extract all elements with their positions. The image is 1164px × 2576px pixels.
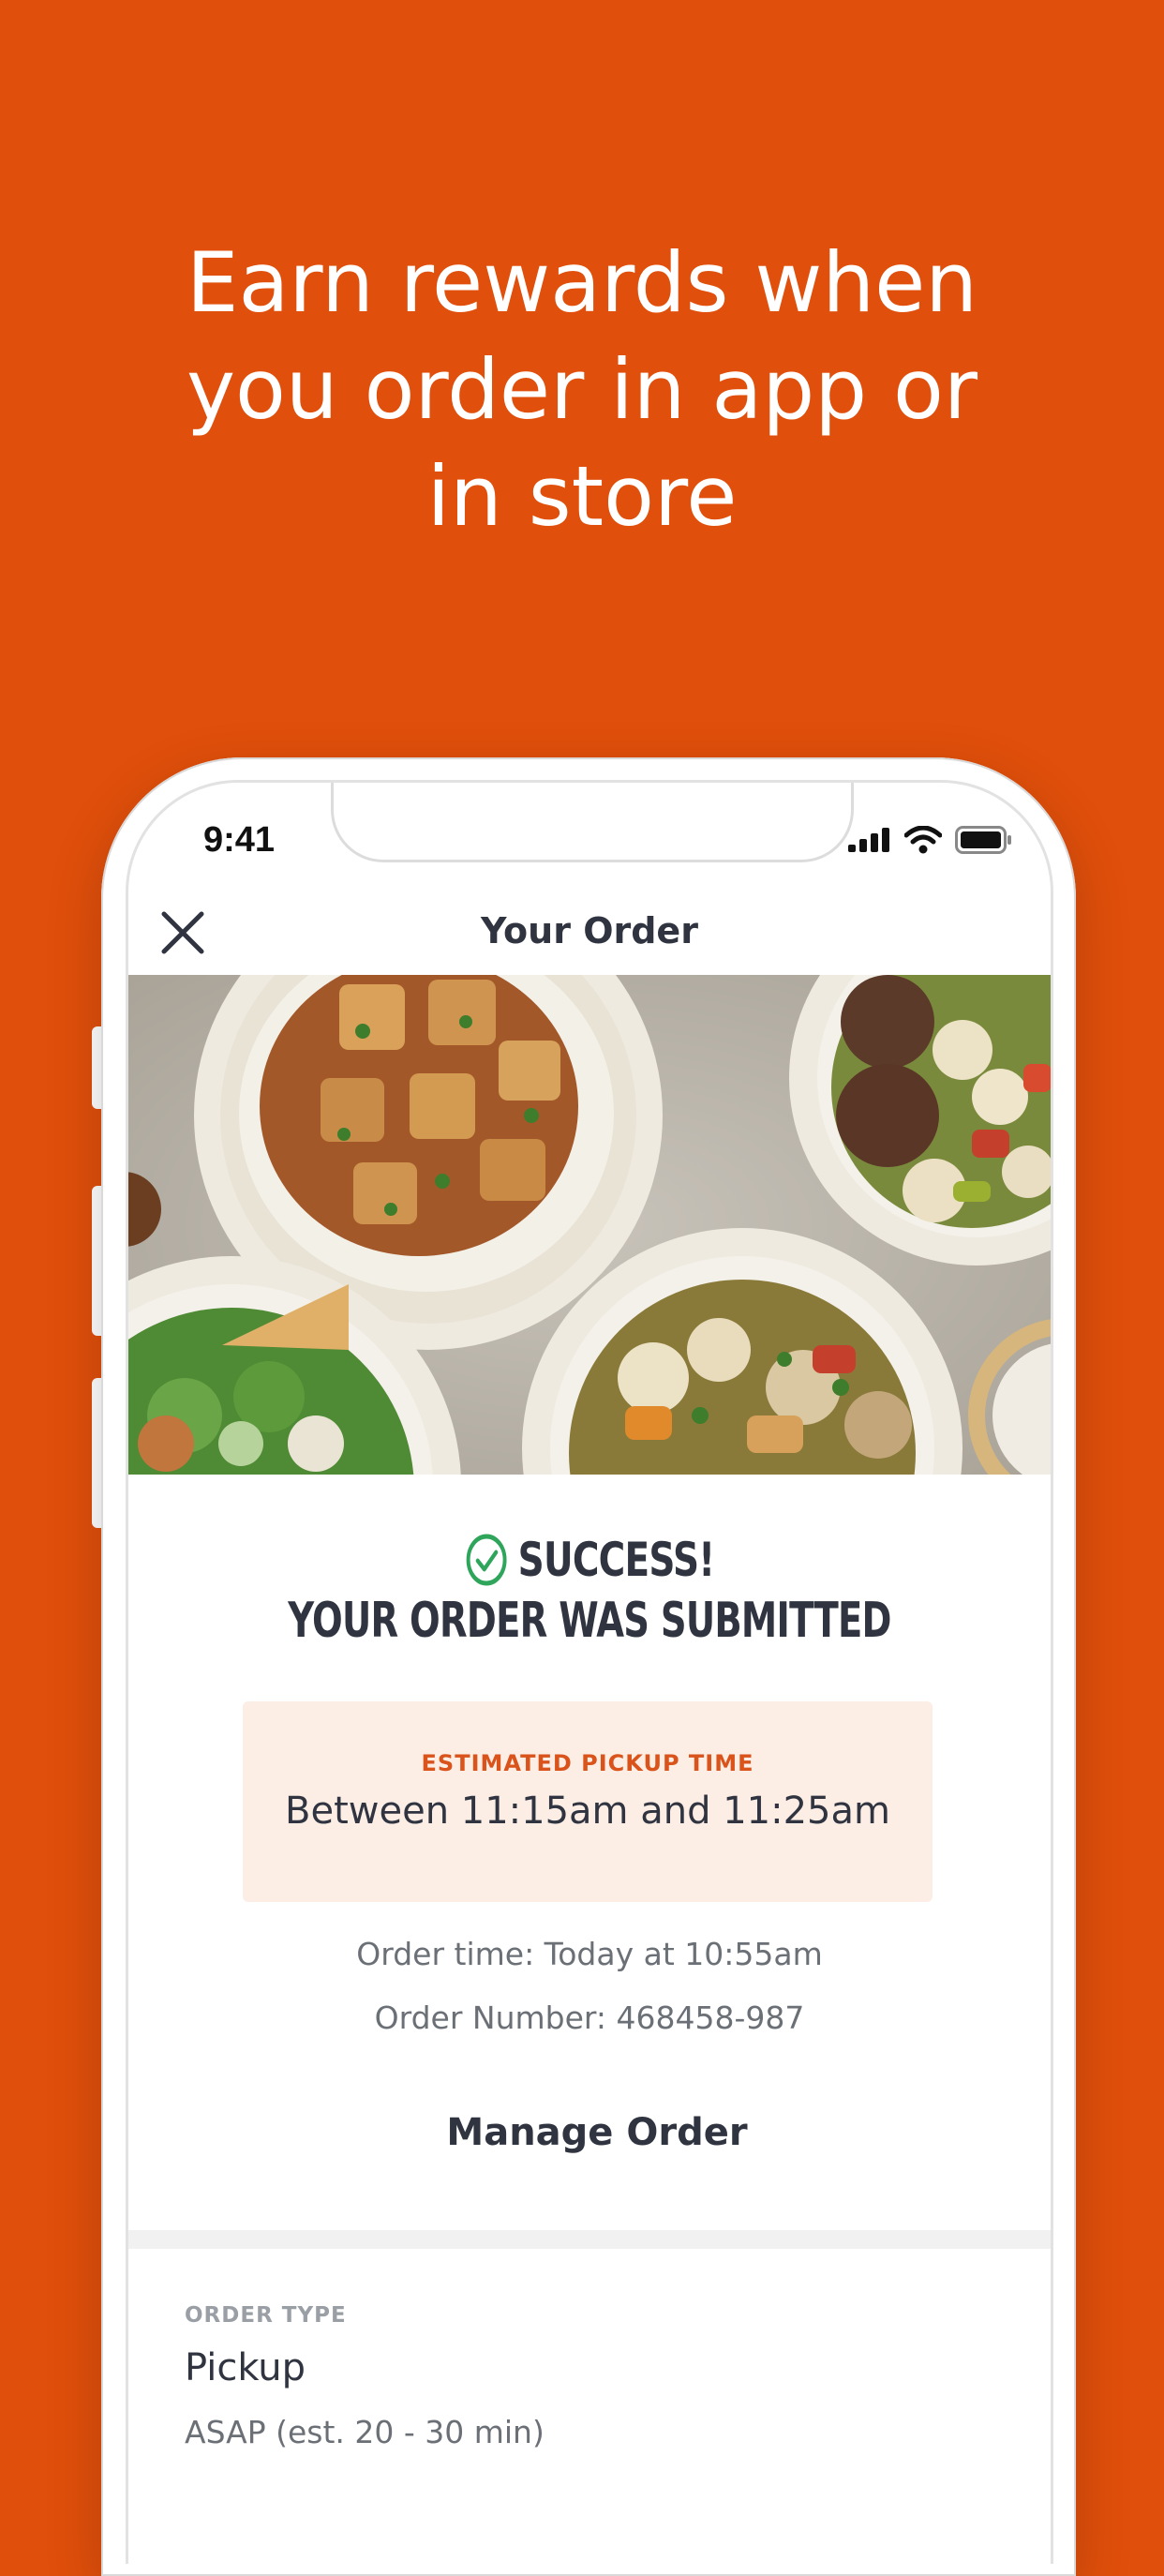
cellular-signal-icon (848, 828, 889, 852)
headline-line-3: in store (426, 448, 738, 545)
section-divider (128, 2230, 1051, 2249)
order-type-detail: ASAP (est. 20 - 30 min) (185, 2414, 545, 2450)
check-circle-icon (466, 1534, 507, 1586)
success-heading: SUCCESS! (465, 1533, 715, 1587)
headline-line-1: Earn rewards when (186, 234, 978, 331)
page-title: Your Order (481, 910, 698, 951)
order-time: Order time: Today at 10:55am (356, 1936, 823, 1972)
order-submitted-label: YOUR ORDER WAS SUBMITTED (288, 1593, 891, 1649)
estimated-pickup-card: ESTIMATED PICKUP TIME Between 11:15am an… (243, 1701, 933, 1902)
phone-screen: 9:41 Your Order SUCCESS! YOUR ORDER WAS … (126, 780, 1053, 2564)
status-bar-time: 9:41 (203, 820, 276, 860)
order-success-message: SUCCESS! YOUR ORDER WAS SUBMITTED (128, 1533, 1051, 1649)
promo-headline: Earn rewards when you order in app or in… (0, 230, 1164, 550)
order-type-value: Pickup (185, 2346, 306, 2389)
pickup-time-value: Between 11:15am and 11:25am (285, 1790, 890, 1833)
pickup-time-label: ESTIMATED PICKUP TIME (421, 1750, 754, 1776)
phone-notch (331, 783, 854, 862)
manage-order-button[interactable]: Manage Order (438, 2100, 756, 2165)
wifi-icon (904, 826, 942, 854)
battery-icon (955, 826, 1011, 854)
success-label: SUCCESS! (517, 1533, 714, 1587)
headline-line-2: you order in app or (186, 341, 978, 438)
status-bar-icons (848, 826, 1013, 854)
top-navigation-bar: Your Order (128, 886, 1051, 980)
food-bowls-image (128, 975, 1051, 1475)
order-type-label: ORDER TYPE (185, 2303, 347, 2328)
order-number: Order Number: 468458-987 (374, 1999, 805, 2036)
